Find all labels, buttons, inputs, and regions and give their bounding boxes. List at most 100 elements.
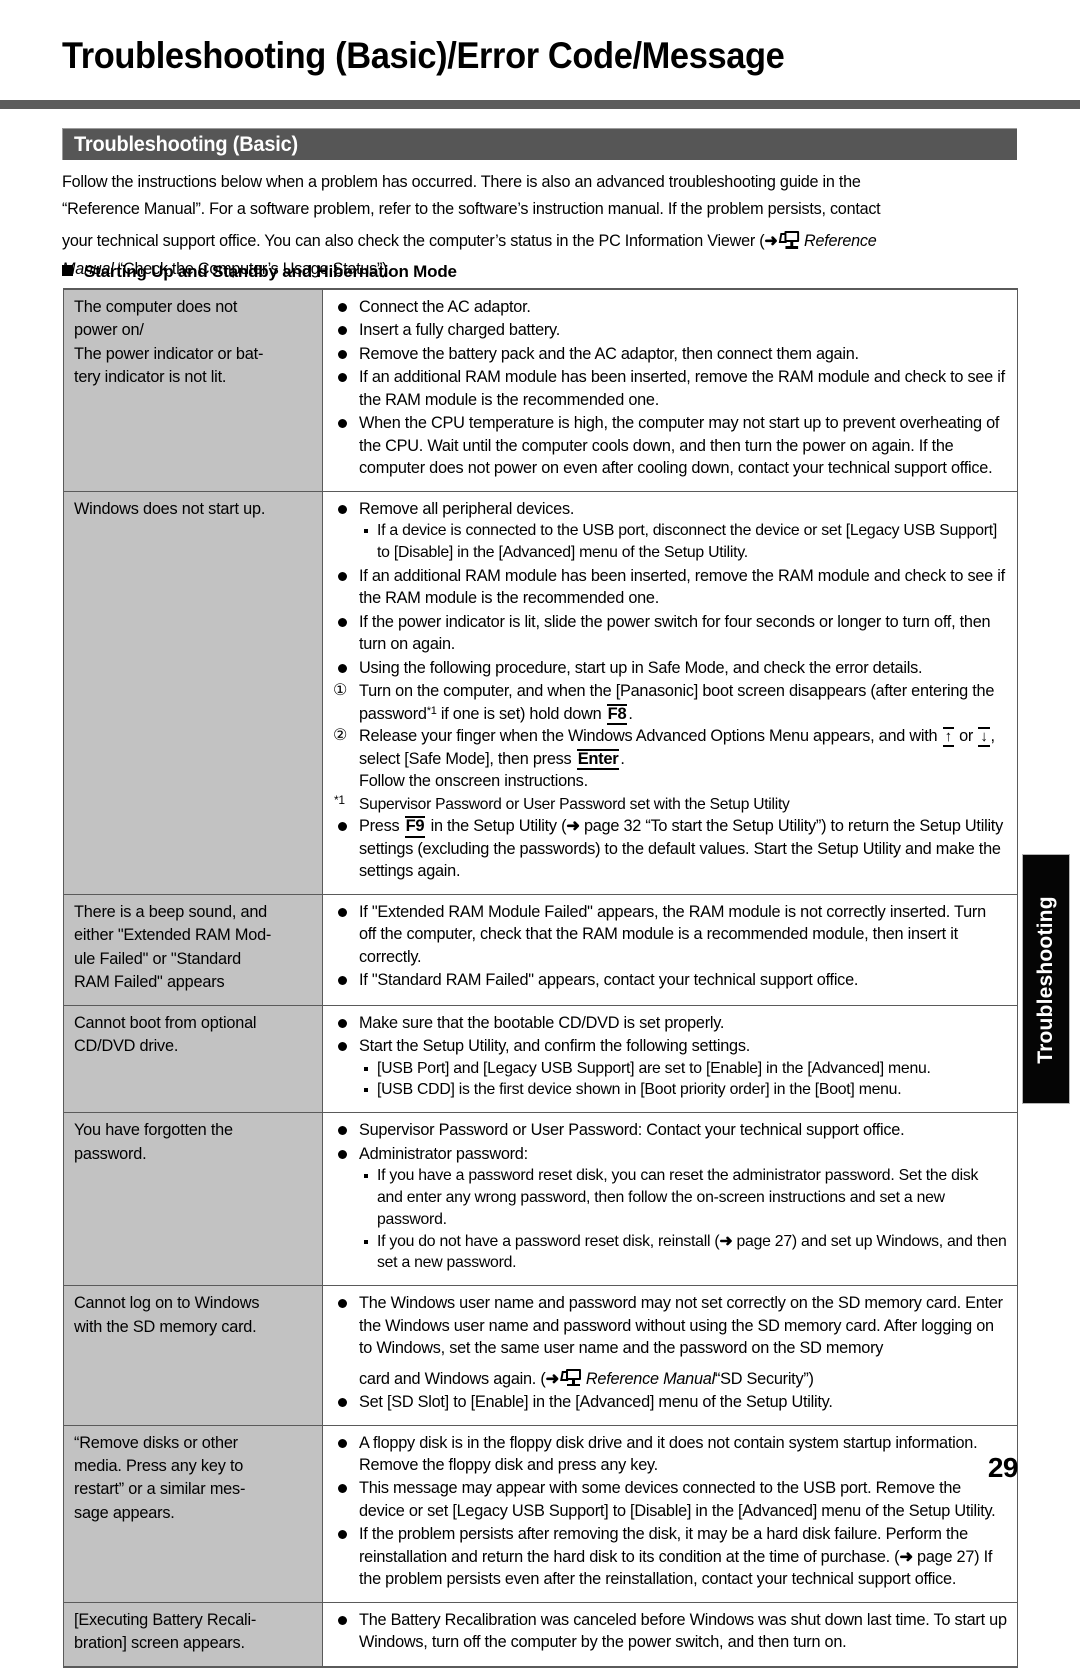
- symptom-cell: There is a beep sound, and either "Exten…: [63, 894, 323, 1006]
- title-rule: [0, 100, 1080, 109]
- arrow-icon: ➜: [764, 231, 778, 251]
- symptom-line: media. Press any key to: [74, 1456, 244, 1475]
- bullet-icon: [338, 617, 347, 627]
- list-item: Supervisor Password or User Password: Co…: [331, 1119, 1007, 1141]
- symptom-cell: You have forgotten the password.: [63, 1112, 323, 1287]
- list-item-text: If an additional RAM module has been ins…: [359, 368, 1005, 409]
- intro-line-1: Follow the instructions below when a pro…: [62, 172, 861, 191]
- list-item-text-a: in the Setup Utility (: [426, 817, 567, 836]
- side-tab-troubleshooting: Troubleshooting: [1022, 854, 1070, 1104]
- symptom-line: You have forgotten the: [74, 1121, 233, 1140]
- table-row: “Remove disks or other media. Press any …: [63, 1425, 1018, 1603]
- table-row: There is a beep sound, and either "Exten…: [63, 894, 1018, 1006]
- list-item-text-b: card and Windows again. (: [359, 1369, 546, 1388]
- solution-cell: Remove all peripheral devices. If a devi…: [322, 491, 1018, 895]
- list-item: The Battery Recalibration was canceled b…: [331, 1609, 1007, 1654]
- sub-list-item: If you do not have a password reset disk…: [359, 1231, 1007, 1275]
- bullet-icon: [338, 1615, 347, 1625]
- list-item-text: When the CPU temperature is high, the co…: [359, 414, 1000, 478]
- bullet-icon: [338, 303, 347, 312]
- symptom-cell: Windows does not start up.: [63, 491, 323, 895]
- bullet-icon: [338, 822, 347, 832]
- arrow-icon: ➜: [719, 1232, 733, 1250]
- list-item: If "Standard RAM Failed" appears, contac…: [331, 969, 1007, 991]
- solution-cell: The Battery Recalibration was canceled b…: [322, 1602, 1018, 1667]
- symptom-line: [Executing Battery Recali-: [74, 1610, 257, 1629]
- sub-list-item: [USB Port] and [Legacy USB Support] are …: [359, 1058, 1007, 1080]
- list-item: Administrator password: If you have a pa…: [331, 1143, 1007, 1274]
- step-follow-text: Follow the onscreen instructions.: [359, 772, 588, 791]
- footnote-marker: *1: [426, 704, 437, 717]
- sub-list-item-text: [USB Port] and [Legacy USB Support] are …: [377, 1059, 931, 1077]
- bullet-icon: [338, 419, 347, 429]
- sub-bullet-icon: [364, 1066, 368, 1071]
- troubleshooting-table: The computer does not power on/ The powe…: [63, 288, 1018, 1668]
- solution-cell: Make sure that the bootable CD/DVD is se…: [322, 1005, 1018, 1114]
- list-item-text: Remove all peripheral devices.: [359, 499, 575, 518]
- bullet-icon: [338, 373, 347, 383]
- section-header-label: Troubleshooting (Basic): [74, 133, 298, 156]
- symptom-line: with the SD memory card.: [74, 1317, 257, 1336]
- intro-line-2: “Reference Manual”. For a software probl…: [62, 199, 881, 219]
- reference-manual-icon: [560, 1368, 583, 1388]
- list-item-text: Insert a fully charged battery.: [359, 321, 560, 340]
- table-row: [Executing Battery Recali- bration] scre…: [63, 1602, 1018, 1667]
- footnote-mark: *1: [334, 792, 345, 807]
- sub-list-item-text: If a device is connected to the USB port…: [377, 522, 998, 562]
- intro-reference-italic: Reference: [804, 231, 877, 251]
- bullet-icon: [338, 1149, 347, 1159]
- list-item: Start the Setup Utility, and confirm the…: [331, 1035, 1007, 1101]
- list-item-text: If "Extended RAM Module Failed" appears,…: [359, 902, 986, 966]
- symptom-line: restart” or a similar mes-: [74, 1480, 246, 1499]
- symptom-line: bration] screen appears.: [74, 1634, 245, 1653]
- bullet-icon: [338, 907, 347, 917]
- list-item-text: Make sure that the bootable CD/DVD is se…: [359, 1013, 725, 1032]
- solution-list: Remove all peripheral devices. If a devi…: [331, 498, 1007, 680]
- list-item-text: Press: [359, 817, 404, 836]
- step-text-middle: if one is set) hold down: [436, 704, 606, 723]
- table-row: You have forgotten the password. Supervi…: [63, 1112, 1018, 1287]
- bullet-icon: [338, 1438, 347, 1448]
- page-number: 29: [987, 1452, 1019, 1483]
- sub-bullet-icon: [364, 1088, 368, 1093]
- list-item-text: The Windows user name and password may n…: [359, 1294, 1003, 1358]
- table-row: Windows does not start up. Remove all pe…: [63, 491, 1018, 895]
- sub-list-item: If you have a password reset disk, you c…: [359, 1165, 1007, 1230]
- symptom-line: The power indicator or bat-: [74, 344, 264, 363]
- list-item: This message may appear with some device…: [331, 1477, 1007, 1522]
- sub-list: If a device is connected to the USB port…: [359, 520, 1007, 564]
- safe-mode-steps: ① Turn on the computer, and when the [Pan…: [331, 680, 1007, 792]
- subsection-heading-label: Starting Up and Standby and Hibernation …: [84, 262, 457, 281]
- bullet-icon: [338, 571, 347, 581]
- arrow-icon: ➜: [545, 1369, 560, 1388]
- list-item: If the power indicator is lit, slide the…: [331, 611, 1007, 656]
- sub-list-item-text: [USB CDD] is the first device shown in […: [377, 1081, 902, 1099]
- list-item: Using the following procedure, start up …: [331, 657, 1007, 679]
- symptom-line: Cannot log on to Windows: [74, 1294, 260, 1313]
- list-item: Press F9 in the Setup Utility (➜ page 32…: [331, 815, 1007, 882]
- reference-manual-italic: Reference Manual: [585, 1369, 715, 1388]
- list-item: A floppy disk is in the floppy disk driv…: [331, 1432, 1007, 1477]
- symptom-cell: The computer does not power on/ The powe…: [63, 289, 323, 492]
- bullet-icon: [338, 1042, 347, 1052]
- page-title: Troubleshooting (Basic)/Error Code/Messa…: [62, 35, 785, 76]
- bullet-icon: [338, 504, 347, 514]
- symptom-line: There is a beep sound, and: [74, 902, 268, 921]
- list-item-text: Using the following procedure, start up …: [359, 658, 923, 677]
- symptom-cell: “Remove disks or other media. Press any …: [63, 1425, 323, 1603]
- arrow-icon: ➜: [899, 1547, 913, 1566]
- list-item: Make sure that the bootable CD/DVD is se…: [331, 1012, 1007, 1034]
- sub-bullet-icon: [364, 529, 368, 534]
- list-item-text: The Battery Recalibration was canceled b…: [359, 1610, 1007, 1652]
- list-item: Connect the AC adaptor.: [331, 296, 1007, 318]
- symptom-line: Windows does not start up.: [74, 499, 266, 518]
- solution-cell: If "Extended RAM Module Failed" appears,…: [322, 894, 1018, 1006]
- step-text: Release your finger when the Windows Adv…: [359, 727, 942, 746]
- list-item: Remove all peripheral devices. If a devi…: [331, 498, 1007, 564]
- bullet-icon: [338, 1530, 347, 1540]
- subsection-heading: Starting Up and Standby and Hibernation …: [62, 262, 457, 282]
- footnote-line: *1 Supervisor Password or User Password s…: [331, 792, 1007, 816]
- footnote-text: Supervisor Password or User Password set…: [359, 795, 790, 813]
- key-f8: F8: [606, 703, 628, 726]
- list-item: Set [SD Slot] to [Enable] in the [Advanc…: [331, 1391, 1007, 1413]
